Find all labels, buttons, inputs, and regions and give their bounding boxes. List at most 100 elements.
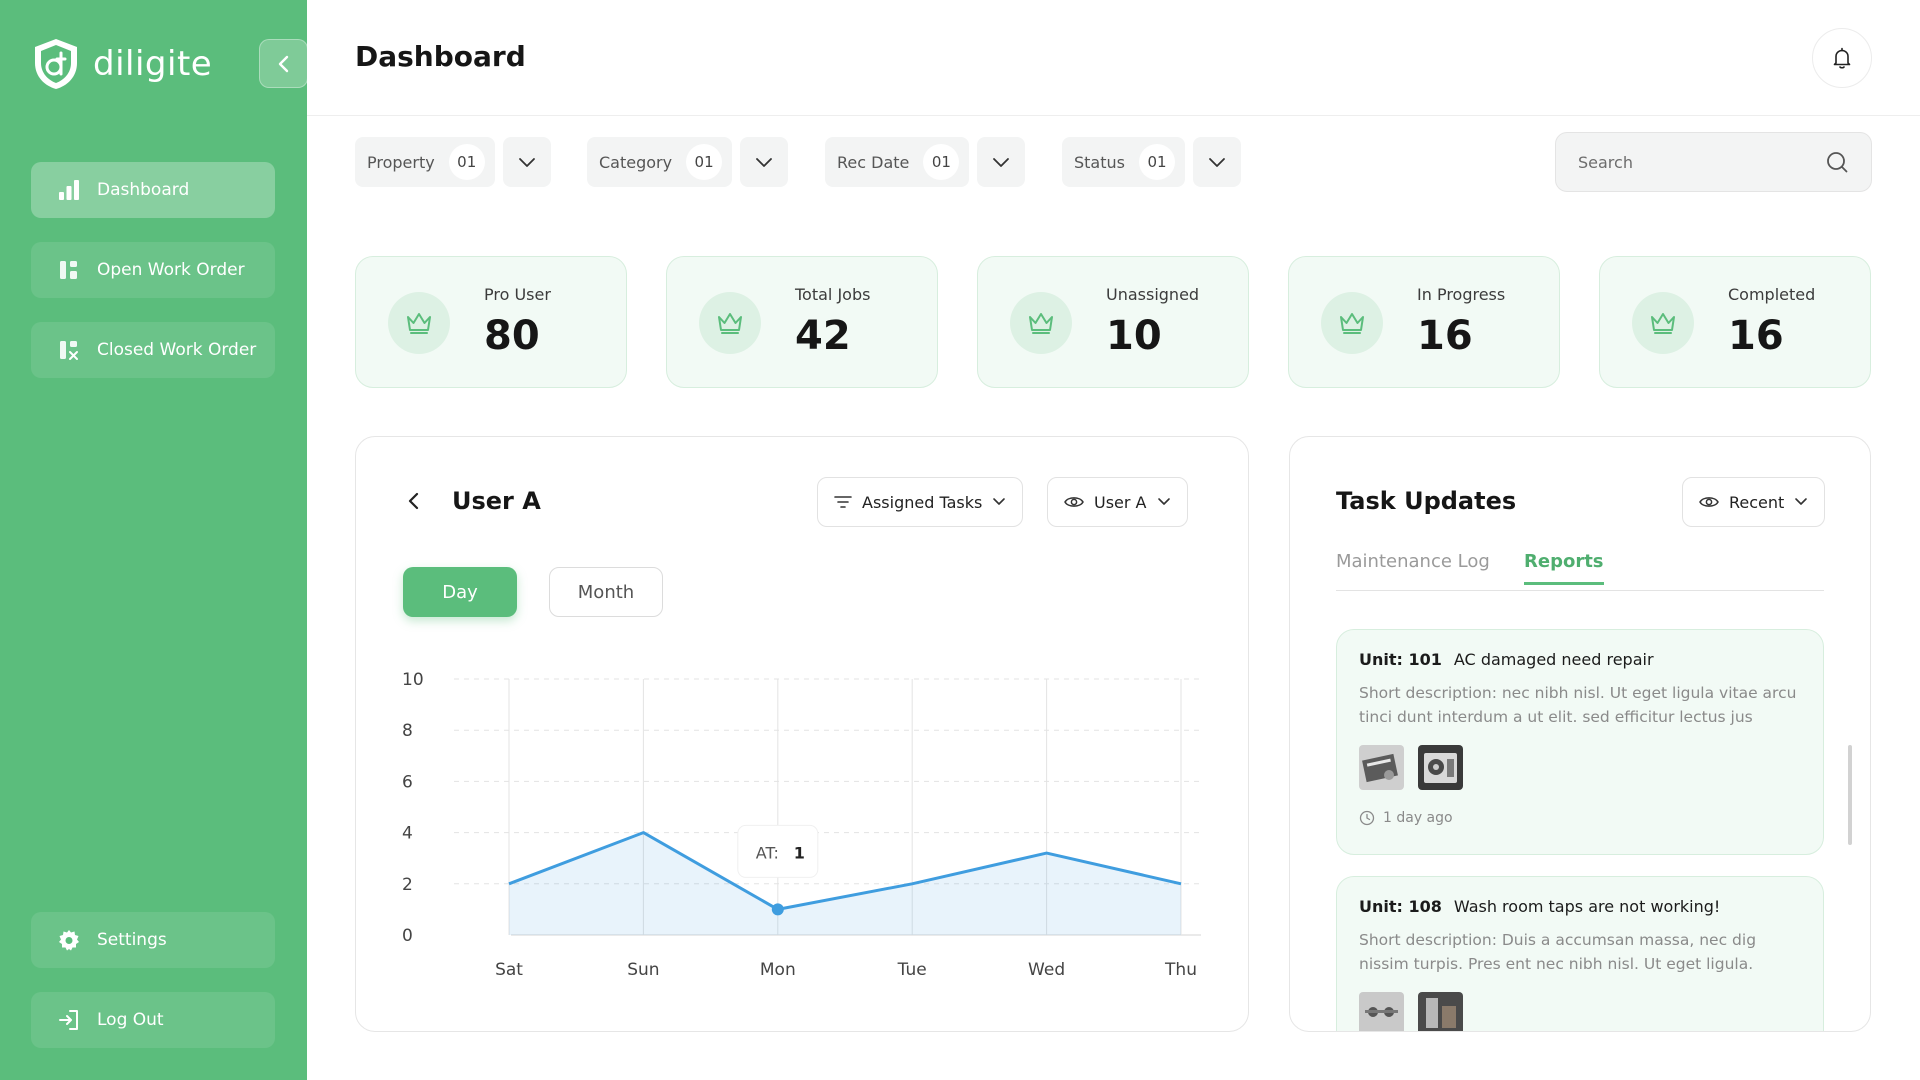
chevron-down-icon (1209, 158, 1225, 167)
x-tick-label: Wed (1028, 960, 1065, 980)
page-title: Dashboard (355, 40, 526, 73)
highlight-point (771, 903, 784, 916)
filter-status-dropdown[interactable] (1192, 137, 1241, 187)
chevron-down-icon (1795, 498, 1808, 505)
sidebar-item-label: Dashboard (97, 180, 190, 200)
logout-icon (57, 1008, 81, 1032)
y-tick-label: 8 (402, 721, 413, 741)
x-tick-label: Tue (897, 960, 927, 980)
scrollbar[interactable] (1848, 745, 1852, 845)
task-thumbnails (1359, 745, 1801, 790)
search-box (1555, 132, 1872, 192)
y-tick-label: 2 (402, 875, 413, 895)
bell-icon (1833, 47, 1851, 69)
stat-value: 42 (795, 313, 851, 359)
task-title: Wash room taps are not working! (1453, 897, 1721, 916)
chart-panel: User A Assigned Tasks User A Day Month 0… (355, 436, 1249, 1032)
filter-property-dropdown[interactable] (502, 137, 551, 187)
crown-icon (699, 292, 761, 354)
task-description: Short description: Duis a accumsan massa… (1359, 931, 1757, 973)
task-updates-title: Task Updates (1336, 487, 1517, 515)
filter-status-pill[interactable]: Status 01 (1062, 137, 1185, 187)
filter-property: Property 01 (355, 137, 551, 187)
stat-card-pro-user: Pro User 80 (355, 256, 627, 388)
eye-icon (1699, 497, 1719, 507)
filter-category: Category 01 (587, 137, 789, 187)
stat-value: 16 (1417, 313, 1473, 359)
filter-property-pill[interactable]: Property 01 (355, 137, 495, 187)
assigned-tasks-chart: 0 2 4 6 8 10 Sat Sun Mon Tue Wed Thu AT: 1 (402, 670, 1201, 980)
sidebar-item-label: Open Work Order (97, 260, 245, 280)
logo: diligite (31, 37, 212, 91)
x-tick-label: Sun (627, 960, 659, 980)
recent-filter-dropdown[interactable]: Recent (1682, 477, 1826, 527)
filter-label: Category (599, 152, 673, 172)
stat-card-total-jobs: Total Jobs 42 (666, 256, 938, 388)
top-header: Dashboard (307, 0, 1920, 116)
chevron-down-icon (993, 158, 1010, 167)
ac-unit-thumbnail[interactable] (1359, 745, 1404, 790)
chevron-down-icon (756, 158, 772, 167)
clock-icon (1359, 810, 1375, 826)
stat-card-unassigned: Unassigned 10 (977, 256, 1249, 388)
filter-count-badge: 01 (686, 144, 723, 180)
filter-count-badge: 01 (448, 144, 485, 180)
chevron-down-icon (518, 158, 535, 167)
stat-card-in-progress: In Progress 16 (1288, 256, 1560, 388)
task-card-header: Unit: 108 Wash room taps are not working… (1359, 897, 1801, 916)
filter-rec-date-dropdown[interactable] (977, 137, 1026, 187)
crown-icon (1632, 292, 1694, 354)
logout-label: Log Out (97, 1010, 164, 1030)
task-unit: Unit: 101 (1359, 650, 1442, 669)
stat-label: Completed (1728, 285, 1816, 304)
dropdown-label: Recent (1729, 492, 1785, 512)
x-tick-label: Sat (495, 960, 523, 980)
filter-rec-date-pill[interactable]: Rec Date 01 (825, 137, 970, 187)
stat-value: 16 (1728, 313, 1784, 359)
task-card[interactable]: Unit: 108 Wash room taps are not working… (1336, 876, 1824, 1032)
task-thumbnails (1359, 992, 1801, 1032)
settings-button[interactable]: Settings (31, 912, 275, 968)
filter-count-badge: 01 (1138, 144, 1175, 180)
filter-label: Rec Date (837, 152, 910, 172)
search-input[interactable] (1578, 152, 1808, 172)
tab-reports[interactable]: Reports (1524, 551, 1604, 585)
task-card[interactable]: Unit: 101 AC damaged need repair Short d… (1336, 629, 1824, 855)
stat-label: Pro User (484, 285, 551, 304)
ac-fan-thumbnail[interactable] (1418, 745, 1463, 790)
sidebar-item-dashboard[interactable]: Dashboard (31, 162, 275, 218)
logout-button[interactable]: Log Out (31, 992, 275, 1048)
chevron-left-icon (278, 55, 288, 72)
app-name: diligite (93, 44, 213, 84)
filter-category-pill[interactable]: Category 01 (587, 137, 733, 187)
x-tick-label: Mon (760, 960, 796, 980)
filter-status: Status 01 (1062, 137, 1241, 187)
sidebar-item-label: Closed Work Order (97, 340, 257, 360)
task-timestamp: 1 day ago (1359, 810, 1801, 826)
taps-thumbnail[interactable] (1359, 992, 1404, 1032)
task-time-text: 1 day ago (1383, 810, 1453, 826)
stat-value: 80 (484, 313, 540, 359)
crown-icon (388, 292, 450, 354)
sidebar-item-open-work-order[interactable]: Open Work Order (31, 242, 275, 298)
sidebar-item-closed-work-order[interactable]: Closed Work Order (31, 322, 275, 378)
closed-work-order-icon (57, 338, 81, 362)
notifications-button[interactable] (1812, 28, 1872, 88)
task-tabs: Maintenance Log Reports (1336, 551, 1824, 591)
x-tick-label: Thu (1164, 960, 1197, 980)
gear-icon (57, 928, 81, 952)
crown-icon (1321, 292, 1383, 354)
filter-category-dropdown[interactable] (740, 137, 789, 187)
tooltip-value: 1 (794, 843, 805, 862)
washroom-thumbnail[interactable] (1418, 992, 1463, 1032)
sidebar: diligite Dashboard Open Work Order Close… (0, 0, 308, 1080)
search-icon[interactable] (1825, 150, 1849, 174)
shield-logo-icon (35, 39, 77, 89)
stat-label: Total Jobs (795, 285, 871, 304)
task-card-header: Unit: 101 AC damaged need repair (1359, 650, 1801, 669)
task-updates-panel: Task Updates Recent Maintenance Log Repo… (1289, 436, 1871, 1032)
tab-maintenance-log[interactable]: Maintenance Log (1336, 551, 1490, 582)
y-tick-label: 10 (402, 670, 424, 690)
stat-label: In Progress (1417, 285, 1506, 304)
collapse-sidebar-button[interactable] (259, 39, 308, 88)
